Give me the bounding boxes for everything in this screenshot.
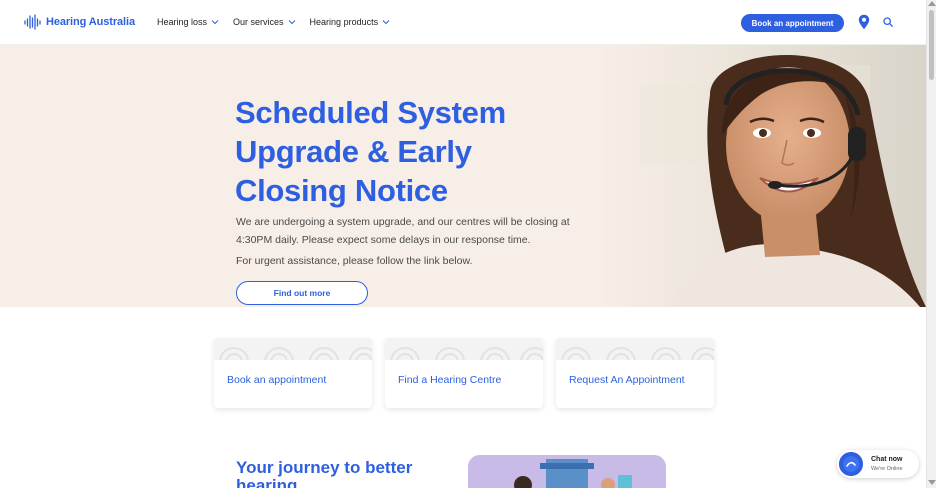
nav-item-label: Hearing loss [157, 17, 208, 27]
nav-item-label: Hearing products [309, 17, 379, 27]
chat-widget[interactable]: Chat now We're Online [837, 450, 919, 478]
chevron-down-icon [288, 20, 295, 25]
site-header: Hearing Australia Hearing loss Our servi… [0, 0, 926, 45]
hero-title: Scheduled System Upgrade & Early Closing… [235, 95, 506, 208]
search-icon[interactable] [883, 17, 893, 27]
card-pattern [556, 338, 714, 360]
card-label: Book an appointment [227, 374, 327, 386]
hero-body-urgent: For urgent assistance, please follow the… [236, 255, 473, 267]
book-appointment-button[interactable]: Book an appointment [741, 14, 844, 32]
location-pin-icon[interactable] [858, 14, 870, 30]
hearing-australia-logo [24, 14, 41, 30]
main-nav: Hearing loss Our services Hearing produc… [157, 17, 390, 27]
scroll-up-arrow[interactable] [928, 1, 936, 6]
logo-text: Hearing Australia [46, 16, 135, 28]
chat-title: Chat now [871, 456, 903, 463]
card-request-appointment[interactable]: Request An Appointment [556, 338, 714, 408]
chat-status: We're Online [871, 466, 903, 472]
scroll-down-arrow[interactable] [928, 480, 936, 485]
card-find-hearing-centre[interactable]: Find a Hearing Centre [385, 338, 543, 408]
card-pattern [385, 338, 543, 360]
chat-icon [839, 452, 863, 476]
card-pattern [214, 338, 372, 360]
nav-item-label: Our services [233, 17, 284, 27]
hero-body: We are undergoing a system upgrade, and … [236, 216, 570, 246]
chevron-down-icon [211, 20, 219, 25]
card-label: Find a Hearing Centre [398, 374, 502, 386]
journey-image [468, 455, 666, 488]
journey-title: Your journey to better hearing [236, 458, 413, 488]
card-label: Request An Appointment [569, 374, 685, 386]
nav-item-our-services[interactable]: Our services [233, 17, 296, 27]
logo[interactable]: Hearing Australia [24, 14, 135, 30]
chevron-down-icon [382, 20, 390, 25]
scroll-thumb[interactable] [929, 10, 934, 80]
hero-banner: Scheduled System Upgrade & Early Closing… [0, 45, 926, 307]
hero-photo [600, 45, 926, 307]
nav-item-hearing-products[interactable]: Hearing products [310, 17, 391, 27]
find-out-more-button[interactable]: Find out more [236, 281, 368, 305]
card-book-appointment[interactable]: Book an appointment [214, 338, 372, 408]
nav-item-hearing-loss[interactable]: Hearing loss [157, 17, 219, 27]
page-scrollbar[interactable] [926, 0, 936, 488]
